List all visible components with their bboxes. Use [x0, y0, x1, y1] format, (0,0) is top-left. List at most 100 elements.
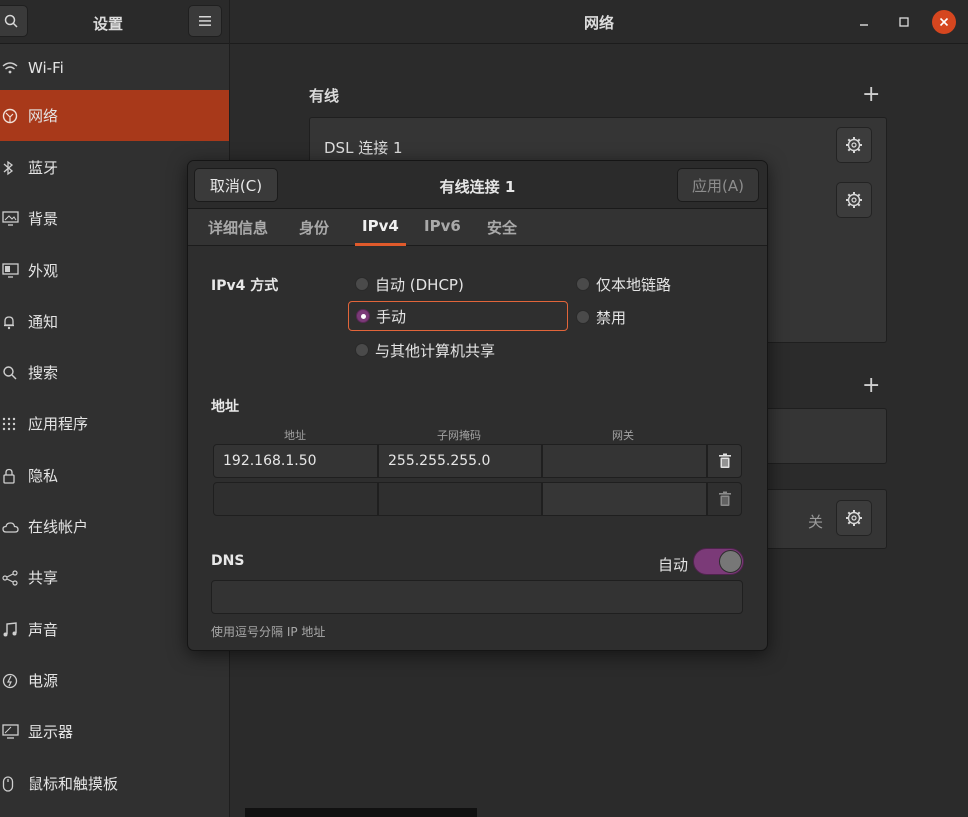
network-icon	[0, 106, 28, 126]
address-input[interactable]	[213, 482, 378, 516]
dns-label: DNS	[211, 553, 245, 569]
address-row: 192.168.1.50 255.255.255.0	[213, 444, 742, 478]
maximize-button[interactable]	[892, 10, 916, 34]
sidebar-item-label: 共享	[28, 569, 59, 587]
bottom-edge-artifact	[245, 808, 477, 817]
dialog-tabbar: 详细信息 身份 IPv4 IPv6 安全	[188, 209, 767, 246]
method-manual-label: 手动	[376, 307, 407, 326]
tab-details[interactable]: 详细信息	[208, 217, 268, 246]
apps-grid-icon	[0, 414, 28, 434]
share-icon	[0, 568, 28, 588]
tab-security[interactable]: 安全	[487, 217, 517, 246]
sidebar-item-label: 蓝牙	[28, 159, 59, 177]
lock-icon	[0, 466, 28, 486]
hamburger-menu-icon	[199, 16, 211, 26]
method-link-local[interactable]: 仅本地链路	[569, 269, 671, 299]
sidebar-title: 设置	[92, 15, 123, 33]
radio-button	[355, 343, 369, 357]
proxy-status: 关	[808, 513, 824, 531]
netmask-input[interactable]	[378, 482, 542, 516]
method-disabled[interactable]: 禁用	[569, 302, 626, 332]
tab-ipv4[interactable]: IPv4	[355, 217, 406, 246]
dsl-connection-label: DSL 连接 1	[324, 139, 403, 157]
sidebar-item-wifi[interactable]: Wi-Fi	[0, 42, 229, 93]
dns-auto-label: 自动	[658, 556, 689, 574]
cloud-icon	[0, 517, 28, 537]
add-wired-button[interactable]: +	[862, 84, 880, 106]
method-auto-label: 自动 (DHCP)	[375, 275, 464, 294]
bell-icon	[0, 312, 28, 332]
sidebar-item-label: Wi-Fi	[28, 58, 64, 77]
tab-identity[interactable]: 身份	[299, 217, 329, 246]
plus-icon: +	[862, 82, 881, 107]
tab-ipv6[interactable]: IPv6	[424, 217, 461, 246]
wired-settings-button[interactable]	[836, 182, 872, 218]
method-shared-label: 与其他计算机共享	[375, 341, 496, 360]
background-icon	[0, 209, 28, 229]
maximize-icon	[899, 17, 909, 27]
gear-icon	[846, 137, 862, 153]
sidebar-item-label: 搜索	[28, 364, 59, 382]
method-manual[interactable]: 手动	[348, 301, 568, 331]
method-shared[interactable]: 与其他计算机共享	[348, 335, 495, 365]
method-link-local-label: 仅本地链路	[596, 275, 672, 294]
sidebar-item-power[interactable]: 电源	[0, 655, 229, 706]
sidebar-item-label: 电源	[28, 672, 59, 690]
netmask-input[interactable]: 255.255.255.0	[378, 444, 542, 478]
minimize-button[interactable]	[852, 10, 876, 34]
search-button[interactable]	[0, 5, 28, 37]
method-disabled-label: 禁用	[596, 308, 627, 327]
column-header-address: 地址	[284, 429, 306, 442]
power-icon	[0, 671, 28, 691]
dsl-settings-button[interactable]	[836, 127, 872, 163]
minimize-icon	[860, 24, 868, 26]
appearance-icon	[0, 261, 28, 281]
sidebar-item-label: 鼠标和触摸板	[28, 775, 119, 793]
wired-connection-dialog: 取消(C) 有线连接 1 应用(A) 详细信息 身份 IPv4 IPv6 安全 …	[187, 160, 768, 651]
delete-row-button[interactable]	[707, 444, 742, 478]
dns-hint: 使用逗号分隔 IP 地址	[211, 625, 326, 639]
address-row	[213, 482, 742, 516]
sidebar-item-label: 隐私	[28, 467, 59, 485]
sidebar-item-label: 应用程序	[28, 415, 89, 433]
sidebar-item-displays[interactable]: 显示器	[0, 706, 229, 757]
delete-row-button[interactable]	[707, 482, 742, 516]
sidebar-item-label: 通知	[28, 313, 59, 331]
search-icon	[0, 363, 28, 383]
close-button[interactable]	[932, 10, 956, 34]
radio-button-checked	[356, 309, 370, 323]
trash-icon	[718, 491, 731, 506]
dns-auto-toggle[interactable]	[693, 548, 744, 575]
column-header-netmask: 子网掩码	[437, 429, 481, 442]
column-header-gateway: 网关	[612, 429, 634, 442]
sidebar-item-label: 显示器	[28, 723, 74, 741]
gateway-input[interactable]	[542, 482, 707, 516]
method-auto-dhcp[interactable]: 自动 (DHCP)	[348, 269, 464, 299]
menu-button[interactable]	[188, 5, 222, 37]
sidebar-item-network[interactable]: 网络	[0, 90, 229, 141]
music-note-icon	[0, 620, 28, 640]
toggle-knob	[719, 550, 742, 573]
wifi-icon	[0, 58, 28, 78]
search-icon	[4, 14, 18, 28]
plus-icon: +	[862, 373, 881, 398]
sidebar-item-label: 声音	[28, 621, 59, 639]
ipv4-method-label: IPv4 方式	[211, 278, 279, 294]
gear-icon	[846, 510, 862, 526]
dns-input[interactable]	[211, 580, 743, 614]
radio-button	[355, 277, 369, 291]
main-header: 网络	[230, 0, 968, 44]
close-icon	[939, 17, 949, 27]
apply-button[interactable]: 应用(A)	[677, 168, 759, 202]
mouse-icon	[0, 774, 28, 794]
add-vpn-button[interactable]: +	[862, 375, 880, 397]
sidebar-item-label: 在线帐户	[28, 518, 89, 536]
proxy-settings-button[interactable]	[836, 500, 872, 536]
trash-icon	[718, 453, 731, 468]
radio-button	[576, 310, 590, 324]
sidebar-item-mouse-touchpad[interactable]: 鼠标和触摸板	[0, 758, 229, 809]
sidebar-item-label: 网络	[28, 107, 59, 125]
gateway-input[interactable]	[542, 444, 707, 478]
dialog-header: 取消(C) 有线连接 1 应用(A)	[188, 161, 767, 209]
address-input[interactable]: 192.168.1.50	[213, 444, 378, 478]
